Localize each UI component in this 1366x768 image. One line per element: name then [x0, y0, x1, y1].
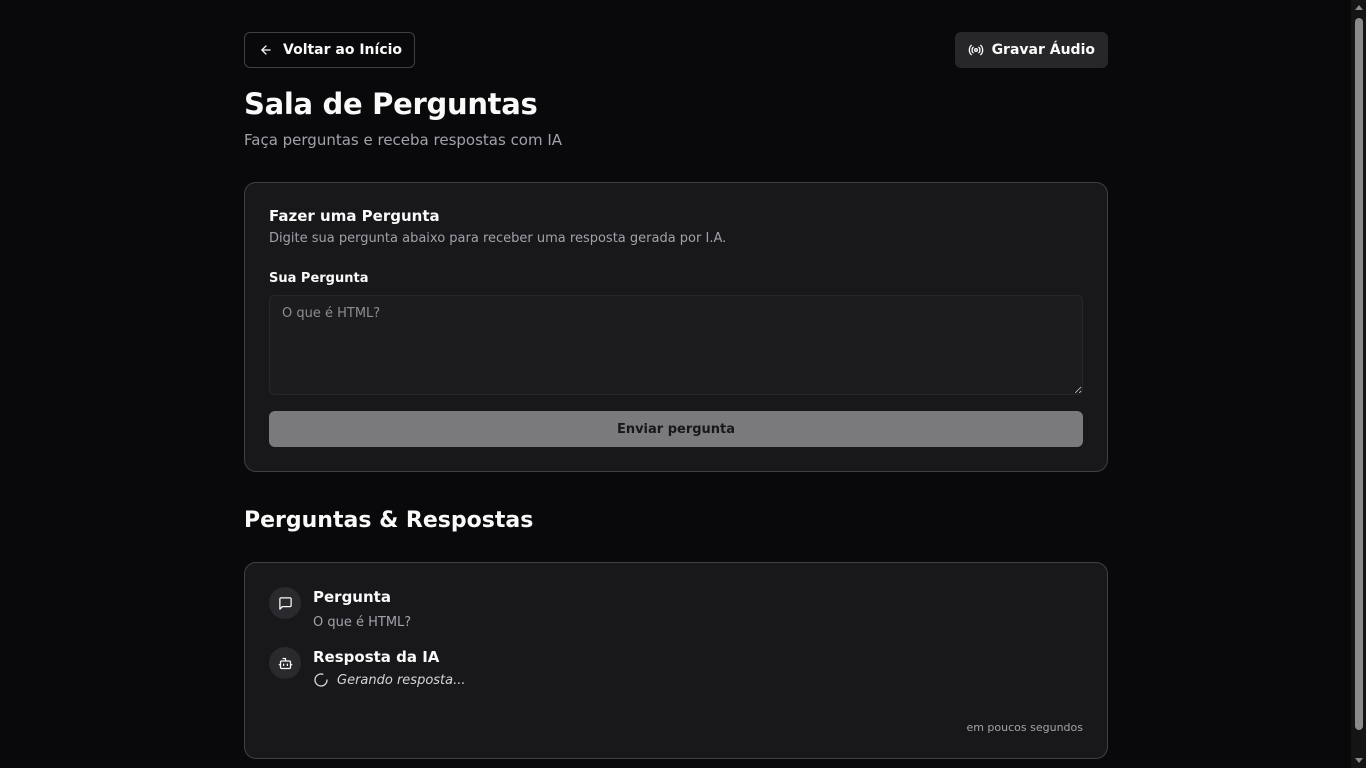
arrow-left-icon	[259, 43, 273, 57]
question-textarea[interactable]	[269, 295, 1083, 395]
ask-card-title: Fazer uma Pergunta	[269, 207, 440, 225]
qa-card: Pergunta O que é HTML? Resposta da IA Ge…	[244, 562, 1108, 759]
record-audio-button[interactable]: Gravar Áudio	[954, 32, 1108, 68]
record-button-label: Gravar Áudio	[991, 42, 1095, 58]
scrollbar-thumb[interactable]	[1355, 18, 1363, 730]
radio-broadcast-icon	[968, 42, 984, 58]
ask-card-description: Digite sua pergunta abaixo para receber …	[269, 231, 727, 246]
back-to-home-button[interactable]: Voltar ao Início	[244, 32, 416, 68]
loader-spinner-icon	[313, 672, 329, 688]
question-field-label: Sua Pergunta	[269, 271, 369, 286]
submit-question-button[interactable]: Enviar pergunta	[269, 411, 1083, 447]
ask-question-card: Fazer uma Pergunta Digite sua pergunta a…	[244, 182, 1108, 472]
question-row: Pergunta O que é HTML?	[269, 587, 1083, 632]
page-scrollbar[interactable]	[1351, 0, 1366, 768]
scroll-down-icon[interactable]	[1355, 758, 1363, 763]
back-button-label: Voltar ao Início	[283, 42, 403, 58]
main-container: Voltar ao Início Gravar Áudio Sala de Pe…	[244, 32, 1108, 759]
question-heading: Pergunta	[313, 588, 391, 606]
question-content: Pergunta O que é HTML?	[313, 587, 411, 632]
top-bar: Voltar ao Início Gravar Áudio	[244, 32, 1108, 68]
answer-heading: Resposta da IA	[313, 648, 440, 666]
scroll-up-icon[interactable]	[1355, 5, 1363, 10]
answer-content: Resposta da IA Gerando resposta...	[313, 647, 466, 688]
page-subtitle: Faça perguntas e receba respostas com IA	[244, 131, 563, 149]
answer-row: Resposta da IA Gerando resposta...	[269, 647, 1083, 688]
answer-loading: Gerando resposta...	[313, 672, 466, 688]
question-text: O que é HTML?	[313, 615, 412, 630]
bot-icon	[269, 647, 301, 679]
app-viewport: Voltar ao Início Gravar Áudio Sala de Pe…	[0, 0, 1366, 768]
qa-timestamp: em poucos segundos	[966, 721, 1083, 734]
answer-status-text: Gerando resposta...	[337, 672, 466, 688]
qa-section-title: Perguntas & Respostas	[244, 508, 534, 533]
message-square-icon	[269, 587, 301, 619]
page-title: Sala de Perguntas	[244, 87, 538, 121]
